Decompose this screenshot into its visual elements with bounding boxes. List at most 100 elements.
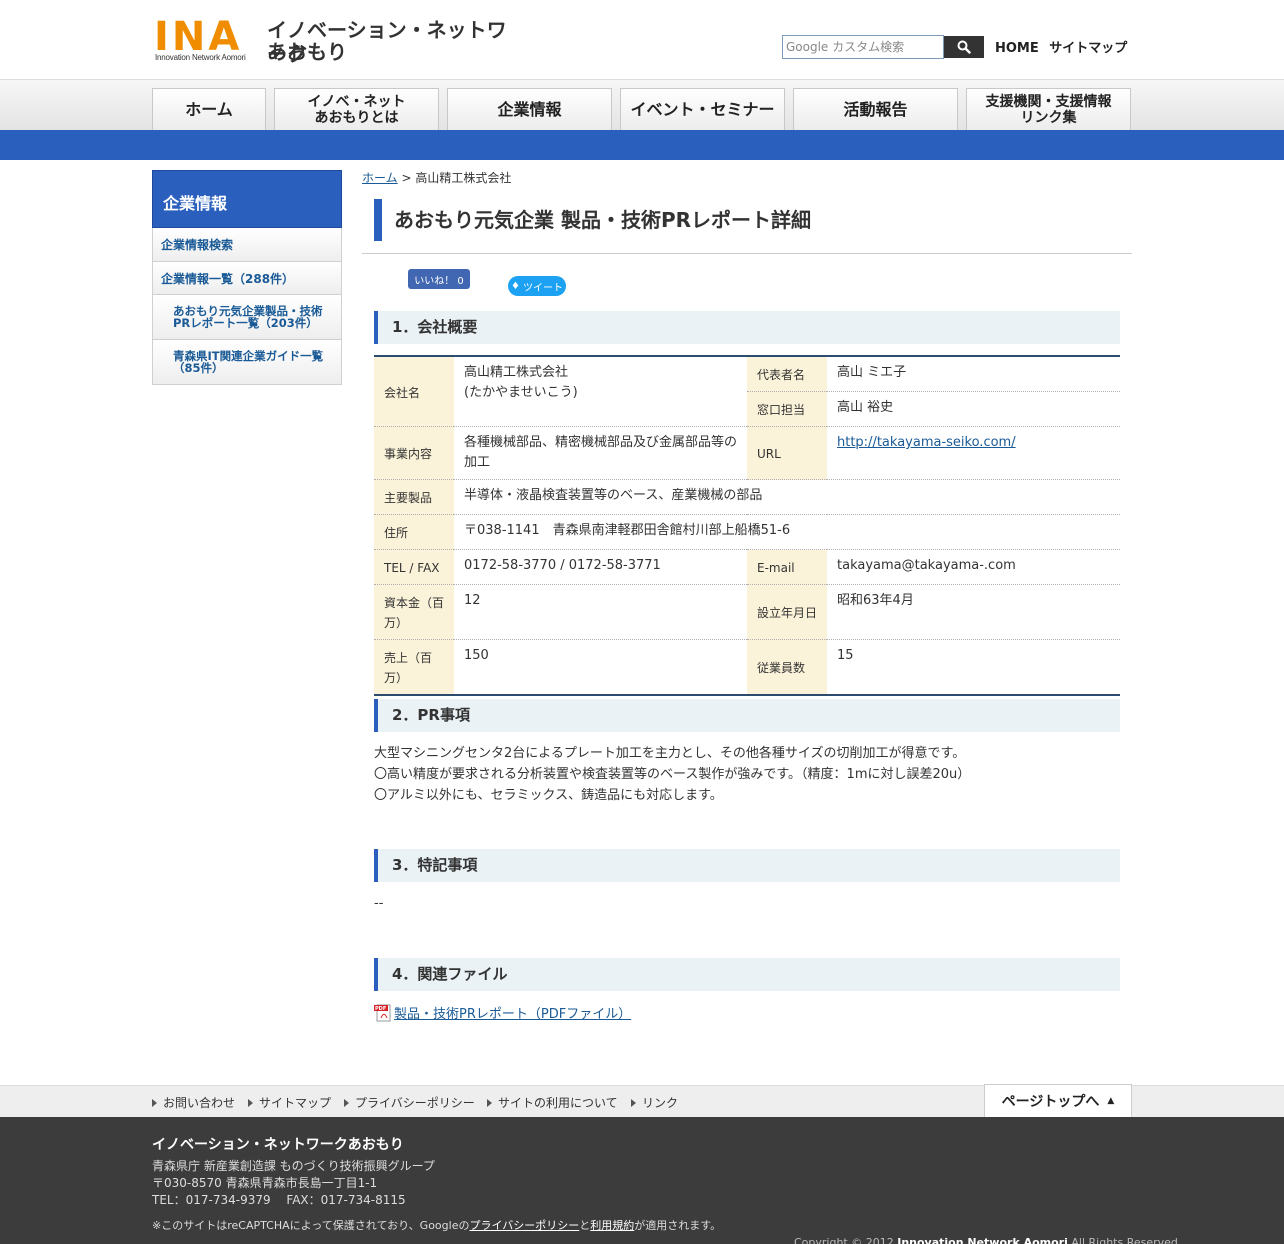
company-name-kana: (たかやませいこう) xyxy=(464,385,578,400)
pr-line: 〇アルミ以外にも、セラミックス、鋳造品にも対応します。 xyxy=(374,788,723,803)
value-employees: 15 xyxy=(827,639,1120,696)
label-founded: 設立年月日 xyxy=(747,584,827,640)
label-sales: 売上（百万） xyxy=(374,639,454,696)
recaptcha-text: が適用されます。 xyxy=(634,1219,722,1232)
footer-address-line: 〒030-8570 青森県青森市長島一丁目1-1 xyxy=(152,1176,378,1190)
label-address: 住所 xyxy=(374,514,454,550)
twitter-tweet-label: ツイート xyxy=(522,282,563,294)
recaptcha-notice: ※このサイトはreCAPTCHAによって保護されており、Googleのプライバシ… xyxy=(152,1217,721,1233)
copyright-text: All Rights Reserved. xyxy=(1067,1236,1182,1244)
sidebar-item-pr-report-list[interactable]: あおもり元気企業製品・技術PRレポート一覧（203件） xyxy=(152,295,342,340)
table-row: 事業内容 各種機械部品、精密機械部品及び金属部品等の加工 URL http://… xyxy=(374,426,1120,480)
twitter-bird-icon: ♦ xyxy=(511,280,520,292)
label-url: URL xyxy=(747,426,827,480)
nav-home[interactable]: ホーム xyxy=(152,88,266,130)
nav-about[interactable]: イノベ・ネット あおもりとは xyxy=(274,88,439,130)
company-url-link[interactable]: http://takayama-seiko.com/ xyxy=(837,435,1016,450)
svg-text:PDF: PDF xyxy=(375,1006,386,1012)
value-business: 各種機械部品、精密機械部品及び金属部品等の加工 xyxy=(454,426,747,480)
site-header: INA Innovation Network Aomori イノベーション・ネッ… xyxy=(0,0,1284,80)
table-row: 住所 〒038-1141 青森県南津軽郡田舎館村川部上船橋51-6 xyxy=(374,514,1120,550)
section-heading-pr: 2．PR事項 xyxy=(374,699,1120,732)
table-row: 資本金（百万） 12 設立年月日 昭和63年4月 xyxy=(374,584,1120,640)
value-representative: 高山 ミエ子 xyxy=(827,356,1120,392)
related-file: PDF 製品・技術PRレポート（PDFファイル） xyxy=(374,1003,631,1022)
copyright-text: Copyright © 2012 xyxy=(794,1236,898,1244)
sidebar-item-label: 企業情報検索 xyxy=(161,238,234,252)
footer-link-privacy[interactable]: プライバシーポリシー xyxy=(344,1094,475,1111)
footer-link-terms[interactable]: サイトの利用について xyxy=(487,1094,618,1111)
title-divider xyxy=(362,253,1132,254)
google-privacy-link[interactable]: プライバシーポリシー xyxy=(469,1219,579,1232)
label-tel-fax: TEL / FAX xyxy=(374,549,454,585)
notes-text: -- xyxy=(374,896,384,911)
sidebar-item-company-search[interactable]: 企業情報検索 xyxy=(152,228,342,262)
nav-support-links[interactable]: 支援機関・支援情報 リンク集 xyxy=(966,88,1131,130)
recaptcha-text: ※このサイトはreCAPTCHAによって保護されており、Googleの xyxy=(152,1219,470,1232)
page-top-button[interactable]: ページトップへ ▲ xyxy=(984,1084,1132,1117)
footer-address-line: 青森県庁 新産業創造課 ものづくり技術振興グループ xyxy=(152,1159,435,1173)
breadcrumb-home-link[interactable]: ホーム xyxy=(362,171,398,185)
facebook-like-label: いいね！ 0 xyxy=(414,275,464,287)
footer-link-links[interactable]: リンク xyxy=(631,1094,678,1111)
sidebar-item-label: 企業情報一覧（288件） xyxy=(161,271,295,286)
pr-line: 〇高い精度が要求される分析装置や検査装置等のベース製作が強みです。（精度：1mに… xyxy=(374,767,971,782)
section-heading-company-overview: 1．会社概要 xyxy=(374,311,1120,344)
google-brand: Google xyxy=(786,40,829,54)
search-button[interactable] xyxy=(944,36,984,58)
logo-ina-text: INA xyxy=(154,14,243,60)
footer-link-contact[interactable]: お問い合わせ xyxy=(152,1094,235,1111)
table-row: 主要製品 半導体・液晶検査装置等のベース、産業機械の部品 xyxy=(374,479,1120,515)
label-email: E-mail xyxy=(747,549,827,585)
label-contact: 窓口担当 xyxy=(747,391,827,427)
triangle-up-icon: ▲ xyxy=(1107,1096,1115,1106)
breadcrumb-separator: > xyxy=(401,171,412,185)
value-products: 半導体・液晶検査装置等のベース、産業機械の部品 xyxy=(454,479,1120,515)
label-capital: 資本金（百万） xyxy=(374,584,454,640)
site-logo[interactable]: INA Innovation Network Aomori イノベーション・ネッ… xyxy=(154,14,524,66)
sidebar-item-label: あおもり元気企業製品・技術PRレポート一覧（203件） xyxy=(173,304,323,330)
sidebar-item-company-list[interactable]: 企業情報一覧（288件） xyxy=(152,262,342,295)
top-link-sitemap[interactable]: サイトマップ xyxy=(1049,41,1127,56)
table-row: 会社名 高山精工株式会社 (たかやませいこう) 代表者名 高山 ミエ子 xyxy=(374,356,1120,427)
value-founded: 昭和63年4月 xyxy=(827,584,1120,640)
label-business: 事業内容 xyxy=(374,426,454,480)
sidebar-title: 企業情報 xyxy=(152,170,342,228)
site-search-input[interactable]: Google カスタム検索 xyxy=(782,35,944,59)
logo-japanese-line2: あおもり xyxy=(267,40,347,64)
facebook-like-button[interactable]: いいね！ 0 xyxy=(408,269,470,289)
google-terms-link[interactable]: 利用規約 xyxy=(590,1219,634,1232)
top-links: HOME サイトマップ xyxy=(995,37,1133,56)
pr-text: 大型マシニングセンタ2台によるプレート加工を主力とし、その他各種サイズの切削加工… xyxy=(374,743,970,806)
sidebar-item-it-guide-list[interactable]: 青森県IT関連企業ガイド一覧（85件） xyxy=(152,340,342,385)
copyright-org: Innovation Network Aomori xyxy=(897,1236,1068,1244)
recaptcha-text: と xyxy=(579,1219,591,1232)
nav-events[interactable]: イベント・セミナー xyxy=(620,88,785,130)
footer-address: 青森県庁 新産業創造課 ものづくり技術振興グループ 〒030-8570 青森県青… xyxy=(152,1158,435,1209)
footer-link-sitemap[interactable]: サイトマップ xyxy=(248,1094,331,1111)
section-heading-related-files: 4．関連ファイル xyxy=(374,958,1120,991)
section-heading-notes: 3．特記事項 xyxy=(374,849,1120,882)
nav-accent-bar xyxy=(0,130,1284,160)
pdf-icon: PDF xyxy=(374,1004,391,1021)
breadcrumb: ホーム > 高山精工株式会社 xyxy=(362,169,511,186)
table-row: 売上（百万） 150 従業員数 15 xyxy=(374,639,1120,696)
page-title: あおもり元気企業 製品・技術PRレポート詳細 xyxy=(374,199,1132,241)
logo-subtitle: Innovation Network Aomori xyxy=(155,53,246,62)
nav-company-info[interactable]: 企業情報 xyxy=(447,88,612,130)
label-employees: 従業員数 xyxy=(747,639,827,696)
nav-reports[interactable]: 活動報告 xyxy=(793,88,958,130)
label-representative: 代表者名 xyxy=(747,356,827,392)
top-link-home[interactable]: HOME xyxy=(995,41,1039,56)
footer-address-line: TEL：017-734-9379 FAX：017-734-8115 xyxy=(152,1193,406,1207)
search-placeholder: カスタム検索 xyxy=(832,40,905,54)
label-products: 主要製品 xyxy=(374,479,454,515)
value-company-name: 高山精工株式会社 (たかやませいこう) xyxy=(454,356,747,427)
site-footer: イノベーション・ネットワークあおもり 青森県庁 新産業創造課 ものづくり技術振興… xyxy=(0,1117,1284,1244)
value-email: takayama@takayama-.com xyxy=(827,549,1120,585)
global-nav: ホーム イノベ・ネット あおもりとは 企業情報 イベント・セミナー 活動報告 支… xyxy=(0,80,1284,130)
value-url: http://takayama-seiko.com/ xyxy=(827,426,1120,480)
twitter-tweet-button[interactable]: ♦ ツイート xyxy=(508,276,566,296)
sidebar-item-label: 青森県IT関連企業ガイド一覧（85件） xyxy=(173,349,324,375)
pdf-report-link[interactable]: 製品・技術PRレポート（PDFファイル） xyxy=(394,1003,631,1022)
